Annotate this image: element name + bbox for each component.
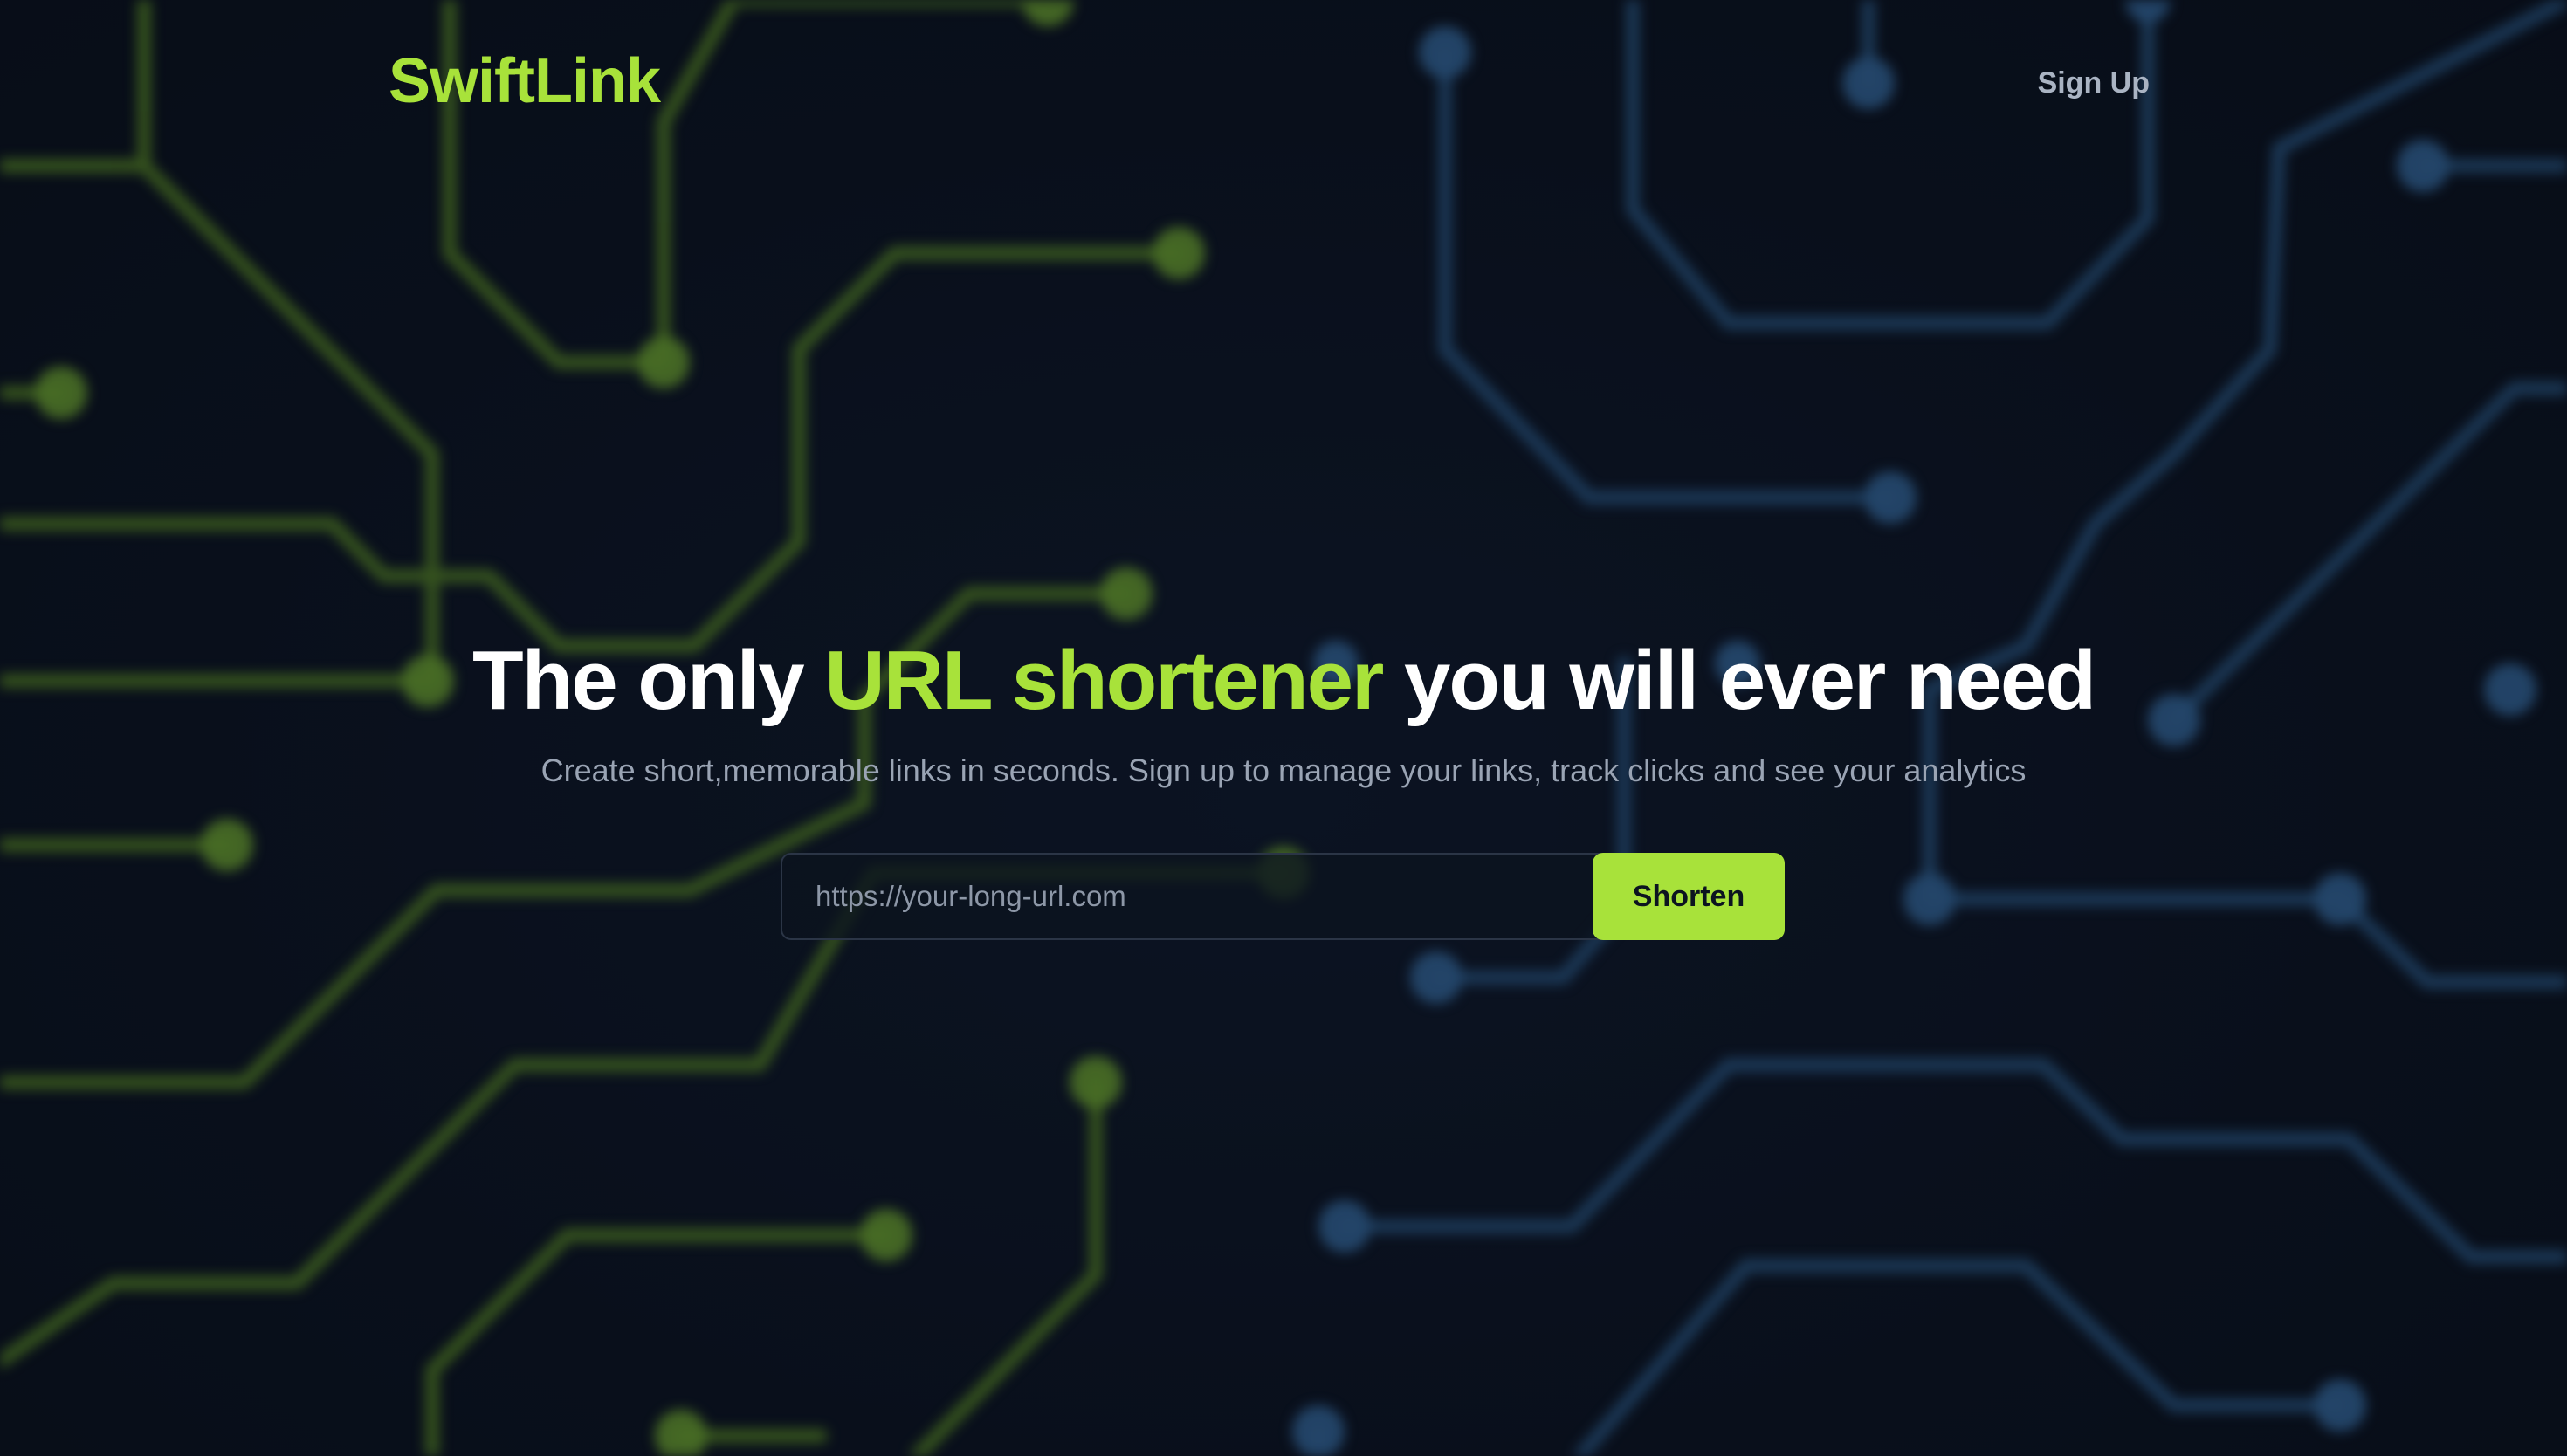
headline-text-start: The only [471,634,825,727]
url-input[interactable] [781,853,1600,940]
hero-subtitle: Create short,memorable links in seconds.… [540,752,2027,788]
headline-accent: URL shortener [824,634,1384,727]
page: SwiftLink Sign Up The only URL shortener… [0,0,2567,1456]
logo[interactable]: SwiftLink [389,45,661,117]
sign-up-link[interactable]: Sign Up [2038,66,2150,100]
shorten-form: Shorten [781,853,1785,940]
page-title: The only URL shortener you will ever nee… [0,628,2567,733]
hero-section: The only URL shortener you will ever nee… [0,628,2567,791]
headline-text-end: you will ever need [1382,634,2096,727]
shorten-button[interactable]: Shorten [1593,853,1785,940]
